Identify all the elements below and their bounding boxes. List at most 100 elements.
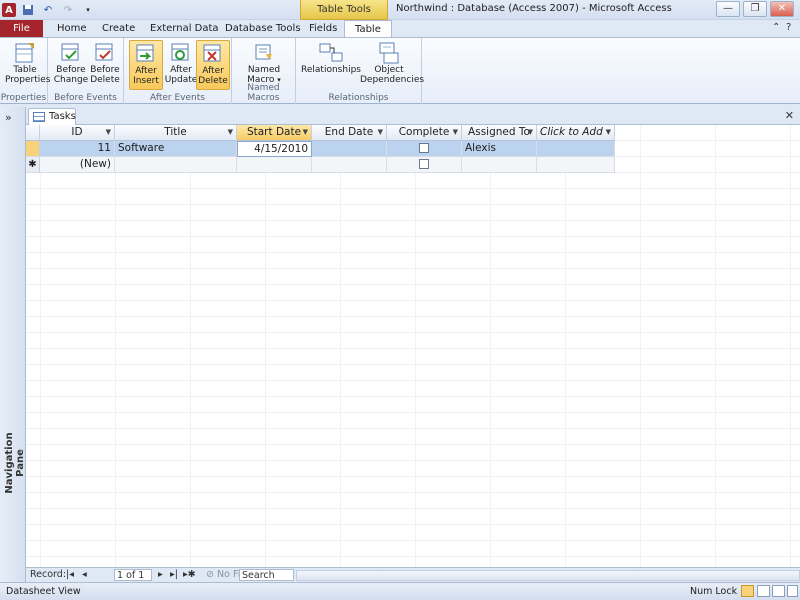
cell-start-date[interactable]: 4/15/2010 bbox=[237, 141, 325, 157]
previous-record-icon[interactable]: ◂ bbox=[82, 569, 87, 580]
before-delete-button[interactable]: Before Delete bbox=[87, 40, 123, 90]
cell-new-click-to-add[interactable] bbox=[537, 157, 615, 173]
after-delete-button[interactable]: After Delete bbox=[196, 40, 230, 90]
customize-qat-icon[interactable]: ▾ bbox=[80, 2, 96, 18]
cell-new-title[interactable] bbox=[115, 157, 237, 173]
object-dependencies-label: Object Dependencies bbox=[360, 65, 425, 85]
column-dropdown-icon[interactable]: ▼ bbox=[606, 125, 611, 140]
tab-file[interactable]: File bbox=[0, 20, 43, 37]
cell-complete[interactable] bbox=[387, 141, 462, 157]
last-record-icon[interactable]: ▸| bbox=[170, 569, 178, 580]
design-view-icon[interactable] bbox=[787, 585, 798, 597]
expand-nav-pane-icon[interactable]: » bbox=[5, 111, 12, 124]
help-icon[interactable]: ? bbox=[786, 22, 791, 33]
relationships-label: Relationships bbox=[301, 65, 361, 75]
search-input[interactable]: Search bbox=[239, 569, 294, 581]
tab-tasks[interactable]: Tasks bbox=[28, 108, 76, 125]
datasheet-view-icon[interactable] bbox=[741, 585, 754, 597]
window-title: Northwind : Database (Access 2007) - Mic… bbox=[396, 3, 672, 14]
cell-new-complete[interactable] bbox=[387, 157, 462, 173]
after-insert-button[interactable]: After Insert bbox=[129, 40, 163, 90]
tab-fields[interactable]: Fields bbox=[299, 20, 347, 37]
quick-access-toolbar: A ↶ ↷ ▾ bbox=[2, 2, 100, 18]
current-record-field[interactable]: 1 of 1 bbox=[114, 569, 152, 581]
table-properties-button[interactable]: Table Properties bbox=[5, 40, 50, 90]
table-row[interactable]: 11 Software Development 4/15/2010 Alexis bbox=[26, 141, 615, 169]
status-bar: Datasheet View Num Lock bbox=[0, 582, 800, 600]
minimize-button[interactable]: — bbox=[716, 1, 740, 17]
restore-button[interactable]: ❐ bbox=[743, 1, 767, 17]
cell-click-to-add[interactable] bbox=[537, 141, 615, 157]
cell-title[interactable]: Software Development bbox=[115, 141, 237, 169]
cell-assigned-to[interactable]: Alexis bbox=[462, 141, 537, 157]
undo-icon[interactable]: ↶ bbox=[40, 2, 56, 18]
pivotchart-view-icon[interactable] bbox=[772, 585, 785, 597]
close-button[interactable]: ✕ bbox=[770, 1, 794, 17]
group-relationships: Relationships Object Dependencies Relati… bbox=[296, 38, 425, 104]
column-header-end-date[interactable]: End Date ▼ bbox=[312, 125, 387, 141]
before-change-button[interactable]: Before Change bbox=[53, 40, 89, 90]
title-bar: A ↶ ↷ ▾ Table Tools Northwind : Database… bbox=[0, 0, 800, 20]
table-properties-icon bbox=[12, 41, 38, 65]
column-header-assigned-to[interactable]: Assigned To ▼ bbox=[462, 125, 537, 141]
column-dropdown-icon[interactable]: ▼ bbox=[303, 125, 308, 140]
new-record-icon[interactable]: ▸✱ bbox=[183, 569, 196, 580]
after-update-button[interactable]: After Update bbox=[163, 40, 199, 90]
before-delete-label: Before Delete bbox=[90, 65, 120, 85]
group-label-named-macros: Named Macros bbox=[247, 83, 280, 103]
group-named-macros: Named Macro ▾ Named Macros bbox=[232, 38, 296, 104]
after-update-icon bbox=[168, 41, 194, 65]
datasheet-grid-columns bbox=[26, 125, 800, 567]
column-header-complete[interactable]: Complete ▼ bbox=[387, 125, 462, 141]
cell-new-assigned-to[interactable] bbox=[462, 157, 537, 173]
column-header-id[interactable]: ID ▼ bbox=[40, 125, 115, 141]
access-app-icon[interactable]: A bbox=[2, 3, 16, 17]
column-header-start-date[interactable]: Start Date ▼ bbox=[237, 125, 312, 141]
new-record-row[interactable]: ✱ (New) bbox=[26, 157, 615, 173]
column-dropdown-icon[interactable]: ▼ bbox=[106, 125, 111, 140]
tab-database-tools[interactable]: Database Tools bbox=[215, 20, 311, 37]
minimize-ribbon-icon[interactable]: ⌃ bbox=[772, 22, 780, 33]
new-complete-checkbox[interactable] bbox=[419, 159, 429, 169]
view-status-text: Datasheet View bbox=[6, 586, 81, 597]
after-insert-label: After Insert bbox=[133, 66, 159, 86]
column-header-title[interactable]: Title ▼ bbox=[115, 125, 237, 141]
cell-id[interactable]: 11 bbox=[40, 141, 115, 157]
filter-icon: ⊘ bbox=[206, 569, 214, 580]
group-properties: Table Properties Properties bbox=[0, 38, 50, 104]
select-all-corner[interactable] bbox=[26, 125, 40, 141]
cell-new-start-date[interactable] bbox=[237, 157, 312, 173]
before-change-label: Before Change bbox=[53, 65, 89, 85]
horizontal-scrollbar[interactable] bbox=[296, 570, 800, 581]
save-icon[interactable] bbox=[20, 2, 36, 18]
relationships-icon bbox=[318, 41, 344, 65]
after-insert-icon bbox=[133, 42, 159, 66]
group-label-after-events: After Events bbox=[150, 93, 205, 103]
record-label: Record: bbox=[30, 569, 67, 580]
tab-table[interactable]: Table bbox=[344, 20, 392, 37]
after-update-label: After Update bbox=[164, 65, 198, 85]
next-record-icon[interactable]: ▸ bbox=[158, 569, 163, 580]
tab-home[interactable]: Home bbox=[47, 20, 97, 37]
column-header-click-to-add[interactable]: Click to Add ▼ bbox=[537, 125, 615, 141]
column-dropdown-icon[interactable]: ▼ bbox=[528, 125, 533, 140]
table-icon bbox=[33, 112, 45, 122]
relationships-button[interactable]: Relationships bbox=[300, 40, 362, 90]
column-header-row: ID ▼ Title ▼ Start Date ▼ End Date ▼ Complet… bbox=[26, 125, 615, 141]
redo-icon[interactable]: ↷ bbox=[60, 2, 76, 18]
cell-end-date[interactable] bbox=[312, 141, 387, 157]
first-record-icon[interactable]: |◂ bbox=[66, 569, 74, 580]
cell-new-id[interactable]: (New) bbox=[40, 157, 115, 173]
navigation-pane[interactable]: » Navigation Pane bbox=[0, 107, 26, 582]
close-document-icon[interactable]: ✕ bbox=[785, 109, 794, 122]
column-dropdown-icon[interactable]: ▼ bbox=[228, 125, 233, 140]
column-dropdown-icon[interactable]: ▼ bbox=[453, 125, 458, 140]
tab-create[interactable]: Create bbox=[92, 20, 145, 37]
cell-new-end-date[interactable] bbox=[312, 157, 387, 173]
before-delete-icon bbox=[92, 41, 118, 65]
record-selector[interactable] bbox=[26, 141, 40, 157]
object-dependencies-button[interactable]: Object Dependencies bbox=[360, 40, 425, 90]
column-dropdown-icon[interactable]: ▼ bbox=[378, 125, 383, 140]
pivottable-view-icon[interactable] bbox=[757, 585, 770, 597]
complete-checkbox[interactable] bbox=[419, 143, 429, 153]
